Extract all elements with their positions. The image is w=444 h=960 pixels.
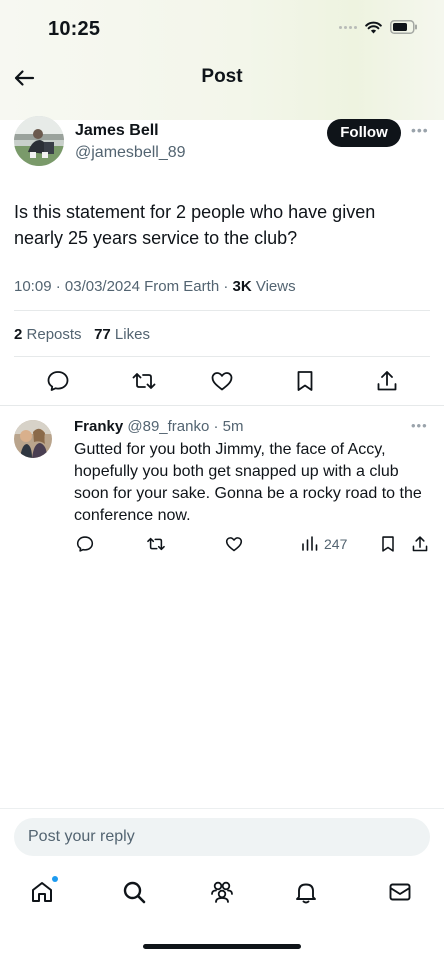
share-icon[interactable] [410,534,430,554]
search-icon[interactable] [120,878,148,906]
follow-button[interactable]: Follow [327,119,401,147]
status-bar: 10:25 [0,0,444,60]
likes-label: Likes [114,326,150,343]
divider [0,808,444,809]
avatar[interactable] [14,116,64,166]
avatar[interactable] [14,420,52,458]
reply-item[interactable]: Franky @89_franko · 5m ••• Gutted for yo… [0,408,444,568]
top-nav: Post [0,58,444,98]
reposts-stat[interactable]: 2 Reposts [14,326,82,343]
reply-actions: 247 [0,534,444,556]
heart-icon[interactable] [209,368,235,394]
reply-author-name[interactable]: Franky [74,418,123,435]
author-name[interactable]: James Bell [75,122,159,140]
reply-age: 5m [222,418,244,435]
messages-icon[interactable] [386,878,414,906]
divider [0,405,444,406]
reply-input[interactable] [14,818,430,856]
repost-icon[interactable] [131,368,157,394]
bookmark-icon[interactable] [292,368,318,394]
home-icon[interactable] [28,878,56,906]
reply-text: Gutted for you both Jimmy, the face of A… [74,441,422,524]
post-author: James Bell @jamesbell_89 Follow ••• [0,100,444,180]
post-time: 10:09 [14,278,52,295]
notification-dot [52,876,58,882]
status-time: 10:25 [48,18,101,40]
bar-chart-icon[interactable] [300,534,320,554]
divider [14,356,430,357]
share-icon[interactable] [374,368,400,394]
signal-icon [339,25,357,29]
more-icon[interactable]: ••• [411,122,429,138]
more-icon[interactable]: ••• [411,418,428,433]
views-label: Views [255,278,296,295]
communities-icon[interactable] [208,878,236,906]
bottom-tab-bar [0,872,444,912]
reposts-count: 2 [14,326,23,343]
likes-count: 77 [94,326,111,343]
wifi-icon [365,21,382,33]
likes-stat[interactable]: 77 Likes [94,326,150,343]
reply-icon[interactable] [45,368,71,394]
divider [14,310,430,311]
reply-author-handle[interactable]: @89_franko [127,418,209,435]
reply-icon[interactable] [75,534,95,554]
post-source: From Earth [144,278,220,295]
post-date: 03/03/2024 [64,278,140,295]
reply-views-count: 247 [324,536,348,552]
battery-icon [390,20,417,34]
home-indicator [143,944,301,949]
repost-icon[interactable] [146,534,166,554]
status-icons [339,20,418,34]
reposts-label: Reposts [26,326,82,343]
post-stats: 2 Reposts 77 Likes [14,326,150,343]
page-title: Post [201,66,243,87]
post-actions [0,368,444,398]
post-text: Is this statement for 2 people who have … [14,202,376,248]
heart-icon[interactable] [224,534,244,554]
author-handle[interactable]: @jamesbell_89 [75,144,186,162]
bookmark-icon[interactable] [378,534,398,554]
views-count: 3K [232,278,252,295]
notifications-icon[interactable] [292,878,320,906]
post-meta: 10:09 · 03/03/2024 From Earth · 3K Views [14,278,296,295]
reply-header: Franky @89_franko · 5m [74,418,244,435]
